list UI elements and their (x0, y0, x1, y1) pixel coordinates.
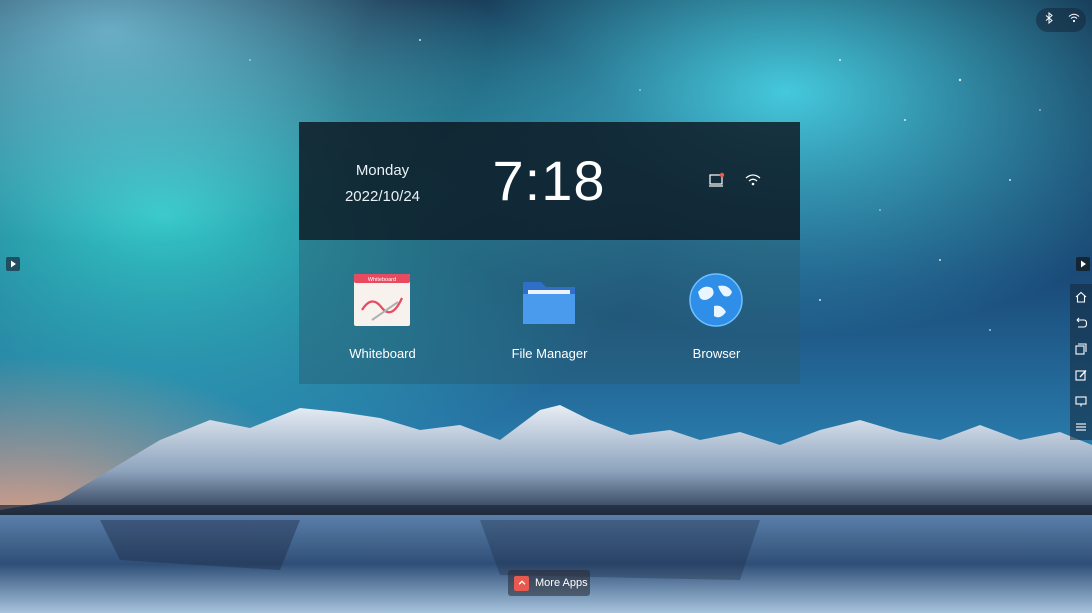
left-panel-toggle[interactable] (6, 257, 20, 271)
whiteboard-badge-text: Whiteboard (368, 277, 396, 283)
date-label: 2022/10/24 (344, 188, 421, 205)
app-label: Browser (692, 346, 741, 361)
right-panel-toggle[interactable] (1076, 257, 1090, 271)
multitask-icon[interactable] (1074, 342, 1088, 356)
globe-icon (686, 272, 746, 328)
screen-share-icon[interactable] (1074, 394, 1088, 408)
chevron-up-icon (514, 575, 529, 591)
bluetooth-icon (1043, 11, 1055, 29)
clock-widget: Monday 2022/10/24 7:18 (299, 122, 800, 240)
more-apps-button[interactable]: More Apps (508, 570, 590, 596)
play-arrow-icon (11, 260, 16, 268)
app-browser[interactable]: Browser (633, 240, 800, 384)
day-label: Monday (355, 162, 410, 179)
app-whiteboard[interactable]: Whiteboard Whiteboard (299, 240, 466, 384)
app-label: Whiteboard (349, 346, 416, 361)
play-arrow-icon (1081, 260, 1086, 268)
whiteboard-icon: Whiteboard (352, 272, 412, 328)
folder-icon (519, 272, 579, 328)
app-shortcuts: Whiteboard Whiteboard File Manager Brows… (299, 240, 800, 384)
wifi-icon[interactable] (744, 172, 762, 188)
wifi-icon (1068, 11, 1080, 29)
menu-icon[interactable] (1074, 420, 1088, 434)
time-display: 7:18 (492, 149, 606, 212)
home-icon[interactable] (1074, 290, 1088, 304)
side-toolbar (1070, 284, 1092, 440)
status-bar (1036, 8, 1086, 32)
back-icon[interactable] (1074, 316, 1088, 330)
home-panel: Monday 2022/10/24 7:18 Whiteboard Whiteb… (299, 122, 800, 384)
more-apps-label: More Apps (535, 577, 588, 589)
app-file-manager[interactable]: File Manager (466, 240, 633, 384)
screen-cast-icon[interactable] (708, 172, 726, 188)
annotate-icon[interactable] (1074, 368, 1088, 382)
app-label: File Manager (511, 346, 588, 361)
